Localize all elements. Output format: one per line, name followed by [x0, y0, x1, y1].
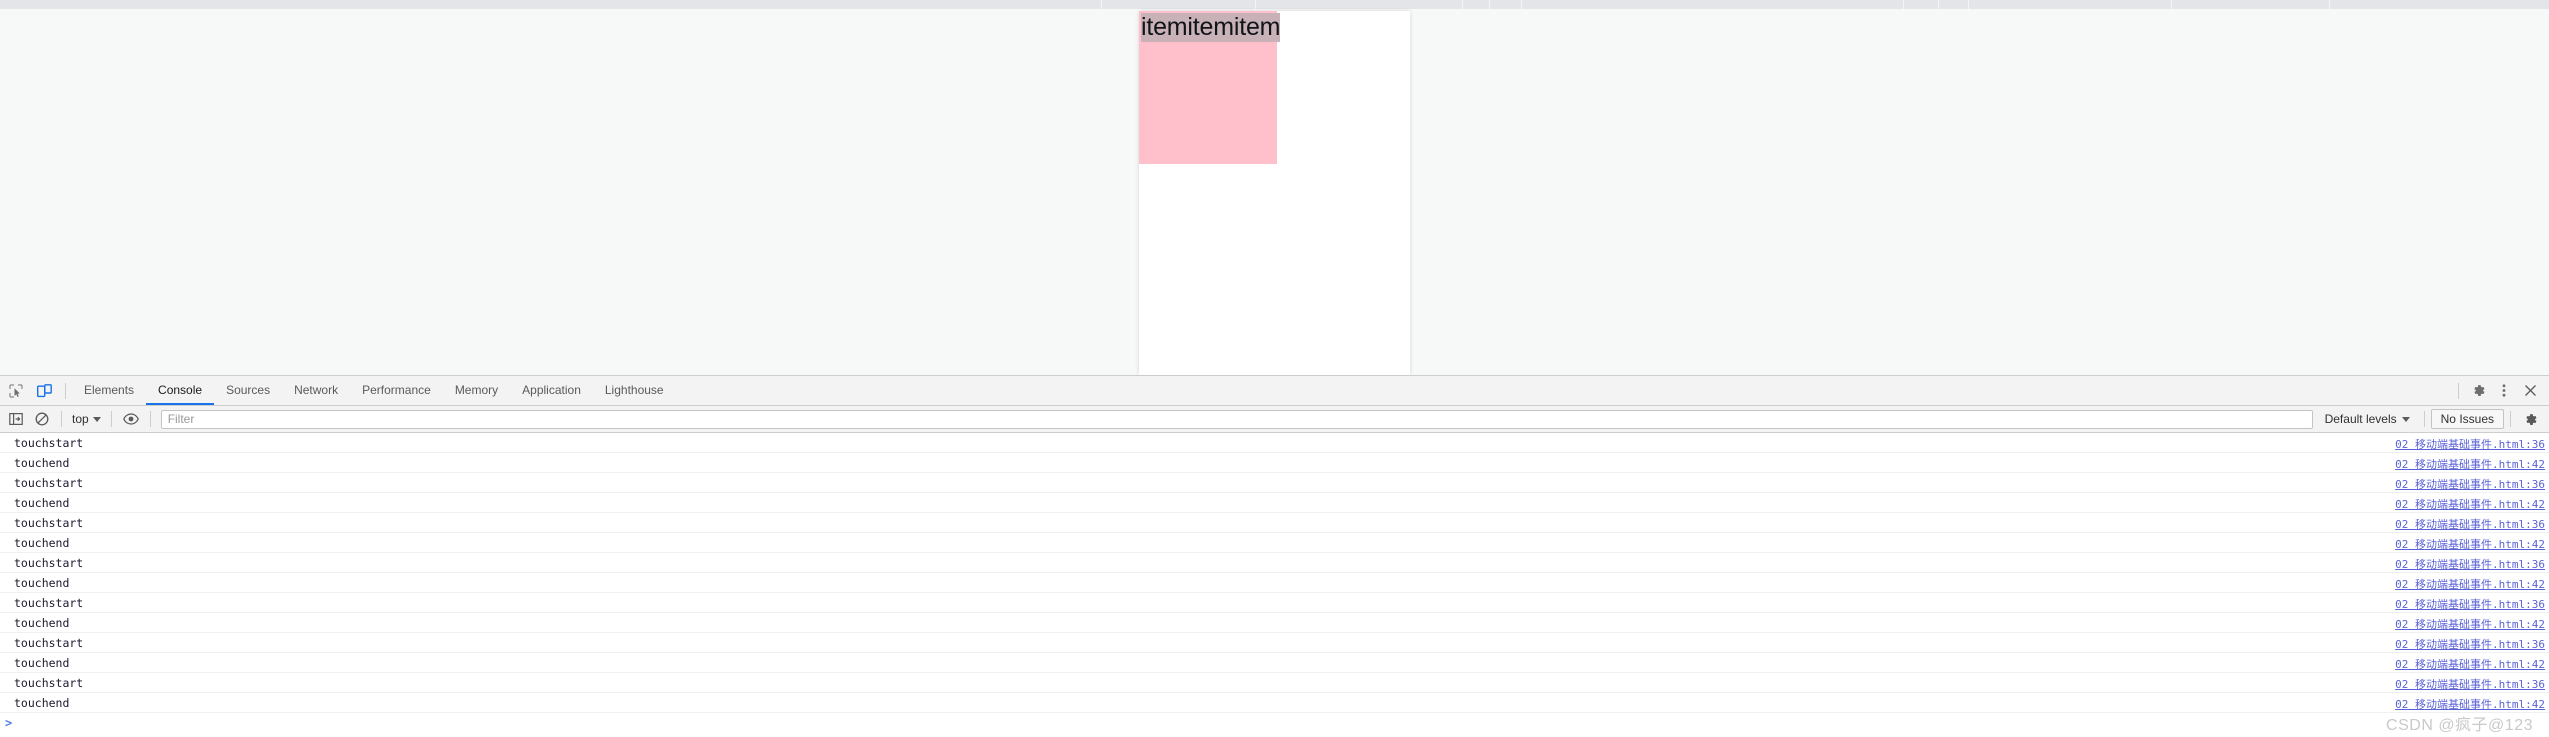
inspect-cursor-icon[interactable]	[3, 379, 29, 403]
device-ruler	[0, 0, 2549, 9]
devtools-right-tools	[2452, 379, 2549, 403]
console-toolbar-divider-4	[2423, 411, 2425, 427]
log-message: touchend	[14, 615, 70, 630]
gear-icon[interactable]	[2517, 407, 2543, 431]
log-source-link[interactable]: 02 移动端基础事件.html:42	[2395, 496, 2545, 512]
devtools-tab-list: Elements Console Sources Network Perform…	[72, 376, 676, 405]
console-context-selector[interactable]: top	[68, 412, 105, 426]
tab-lighthouse[interactable]: Lighthouse	[593, 376, 676, 405]
log-row[interactable]: touchstart 02 移动端基础事件.html:36	[0, 473, 2549, 493]
log-source-link[interactable]: 02 移动端基础事件.html:36	[2395, 636, 2545, 652]
item-text: itemitemitem	[1141, 13, 1281, 42]
device-emulation-area: itemitemitem	[0, 0, 2549, 375]
devtools-left-tools	[0, 379, 72, 403]
log-source-link[interactable]: 02 移动端基础事件.html:42	[2395, 456, 2545, 472]
log-message: touchstart	[14, 475, 84, 490]
page-viewport: itemitemitem	[1139, 11, 1410, 375]
log-row[interactable]: touchend 02 移动端基础事件.html:42	[0, 613, 2549, 633]
log-message: touchend	[14, 495, 70, 510]
tab-elements[interactable]: Elements	[72, 376, 146, 405]
log-row[interactable]: touchend 02 移动端基础事件.html:42	[0, 453, 2549, 473]
item-box[interactable]: itemitemitem	[1139, 11, 1281, 164]
console-sidebar-icon[interactable]	[3, 407, 29, 431]
log-row[interactable]: touchend 02 移动端基础事件.html:42	[0, 533, 2549, 553]
tab-application[interactable]: Application	[510, 376, 593, 405]
watermark: CSDN @疯子@123	[2386, 717, 2533, 734]
log-message: touchstart	[14, 595, 84, 610]
close-icon[interactable]	[2517, 379, 2543, 403]
log-row[interactable]: touchend 02 移动端基础事件.html:42	[0, 573, 2549, 593]
console-toolbar-divider-3	[149, 411, 151, 427]
log-message: touchend	[14, 535, 70, 550]
log-levels-selector[interactable]: Default levels	[2317, 412, 2418, 426]
live-expression-icon[interactable]	[118, 407, 144, 431]
console-context-label: top	[72, 412, 89, 426]
log-message: touchstart	[14, 435, 84, 450]
log-row[interactable]: touchstart 02 移动端基础事件.html:36	[0, 593, 2549, 613]
log-source-link[interactable]: 02 移动端基础事件.html:42	[2395, 696, 2545, 712]
log-message: touchend	[14, 575, 70, 590]
log-message: touchstart	[14, 555, 84, 570]
console-log-list[interactable]: touchstart 02 移动端基础事件.html:36 touchend 0…	[0, 433, 2549, 737]
tab-network[interactable]: Network	[282, 376, 350, 405]
toolbar-divider	[65, 382, 66, 399]
log-row[interactable]: touchend 02 移动端基础事件.html:42	[0, 493, 2549, 513]
log-source-link[interactable]: 02 移动端基础事件.html:42	[2395, 576, 2545, 592]
log-source-link[interactable]: 02 移动端基础事件.html:42	[2395, 656, 2545, 672]
log-source-link[interactable]: 02 移动端基础事件.html:36	[2395, 476, 2545, 492]
toolbar-divider-right	[2458, 382, 2459, 399]
console-toolbar: top Default levels No Issues	[0, 406, 2549, 433]
log-message: touchend	[14, 455, 70, 470]
devtools-panel: Elements Console Sources Network Perform…	[0, 375, 2549, 737]
device-toolbar-icon[interactable]	[31, 379, 57, 403]
tab-console[interactable]: Console	[146, 376, 215, 405]
log-source-link[interactable]: 02 移动端基础事件.html:42	[2395, 536, 2545, 552]
kebab-menu-icon[interactable]	[2491, 379, 2517, 403]
prompt-arrow-icon: >	[5, 716, 13, 730]
log-row[interactable]: touchstart 02 移动端基础事件.html:36	[0, 553, 2549, 573]
log-source-link[interactable]: 02 移动端基础事件.html:36	[2395, 516, 2545, 532]
log-row[interactable]: touchstart 02 移动端基础事件.html:36	[0, 633, 2549, 653]
gear-icon[interactable]	[2465, 379, 2491, 403]
chevron-down-icon	[92, 416, 101, 422]
tab-memory[interactable]: Memory	[443, 376, 510, 405]
log-source-link[interactable]: 02 移动端基础事件.html:36	[2395, 676, 2545, 692]
log-source-link[interactable]: 02 移动端基础事件.html:36	[2395, 596, 2545, 612]
log-message: touchend	[14, 695, 70, 710]
filter-input[interactable]	[160, 409, 2313, 429]
log-levels-label: Default levels	[2324, 412, 2397, 426]
log-message: touchstart	[14, 675, 84, 690]
tab-sources[interactable]: Sources	[214, 376, 282, 405]
log-row[interactable]: touchend 02 移动端基础事件.html:42	[0, 653, 2549, 673]
tab-performance[interactable]: Performance	[350, 376, 443, 405]
console-toolbar-divider-5	[2510, 411, 2511, 427]
clear-console-icon[interactable]	[29, 407, 55, 431]
log-message: touchend	[14, 655, 70, 670]
log-message: touchstart	[14, 515, 84, 530]
log-row[interactable]: touchstart 02 移动端基础事件.html:36	[0, 433, 2549, 453]
log-row[interactable]: touchstart 02 移动端基础事件.html:36	[0, 673, 2549, 693]
log-message: touchstart	[14, 635, 84, 650]
chevron-down-icon	[2401, 416, 2410, 422]
console-toolbar-divider-1	[61, 411, 62, 427]
log-row[interactable]: touchstart 02 移动端基础事件.html:36	[0, 513, 2549, 533]
log-source-link[interactable]: 02 移动端基础事件.html:42	[2395, 616, 2545, 632]
console-prompt[interactable]: >	[0, 713, 2549, 733]
log-source-link[interactable]: 02 移动端基础事件.html:36	[2395, 556, 2545, 572]
log-row[interactable]: touchend 02 移动端基础事件.html:42	[0, 693, 2549, 713]
console-toolbar-divider-2	[110, 411, 112, 427]
issues-button[interactable]: No Issues	[2430, 409, 2504, 429]
log-source-link[interactable]: 02 移动端基础事件.html:36	[2395, 436, 2545, 452]
devtools-tabbar: Elements Console Sources Network Perform…	[0, 376, 2549, 406]
